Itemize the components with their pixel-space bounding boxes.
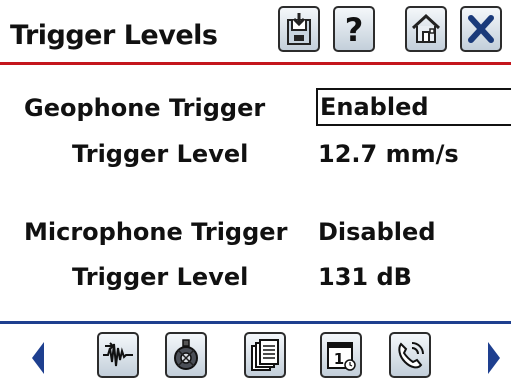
help-button[interactable]: ? [333,6,375,52]
geophone-trigger-level-label: Trigger Level [72,140,249,168]
microphone-trigger-level-label: Trigger Level [72,263,249,291]
microphone-trigger-level-value[interactable]: 131 dB [318,263,412,291]
phone-icon [398,342,424,369]
sensor-icon [174,339,198,370]
arrow-right-icon [488,342,500,374]
geophone-trigger-field[interactable]: Enabled [316,88,511,126]
documents-button[interactable] [244,332,286,378]
geophone-trigger-level-value[interactable]: 12.7 mm/s [318,140,459,168]
microphone-trigger-value[interactable]: Disabled [318,218,436,246]
waveform-button[interactable] [97,332,139,378]
help-icon: ? [345,12,364,46]
sensor-button[interactable] [165,332,207,378]
phone-button[interactable] [389,332,431,378]
arrow-left-icon [32,342,44,374]
save-button[interactable] [278,6,320,52]
previous-button[interactable] [30,340,46,380]
microphone-trigger-label: Microphone Trigger [24,218,288,246]
geophone-trigger-label: Geophone Trigger [24,94,266,122]
calendar-button[interactable]: 1 [320,332,362,378]
close-icon [468,15,494,43]
close-button[interactable] [460,6,502,52]
header-divider [0,62,511,65]
waveform-icon [103,342,133,367]
next-button[interactable] [486,340,502,380]
documents-icon [251,339,279,371]
svg-text:?: ? [345,12,364,46]
page-title: Trigger Levels [10,20,218,51]
save-icon [287,13,311,45]
home-icon [411,13,441,43]
header-bar: Trigger Levels ? [0,0,511,62]
calendar-icon: 1 [327,342,356,371]
geophone-trigger-value: Enabled [320,93,429,121]
svg-text:1: 1 [334,350,344,368]
home-button[interactable] [405,6,447,52]
